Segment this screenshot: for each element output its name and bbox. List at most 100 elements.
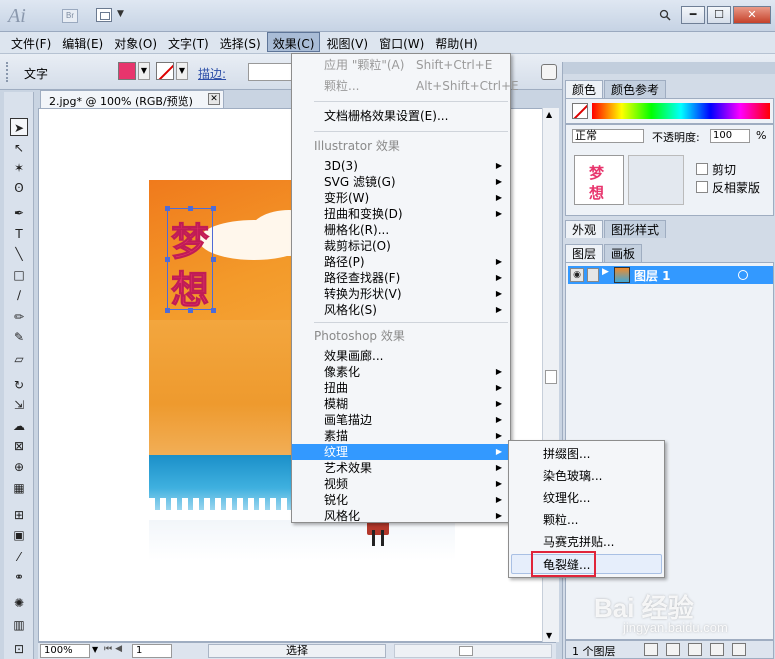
opacity-mask-thumbnail[interactable] — [628, 155, 684, 205]
menu-item-distort-transform[interactable]: 扭曲和变换(D) ▶ — [292, 206, 510, 222]
menu-item-svg-filters[interactable]: SVG 滤镜(G) ▶ — [292, 174, 510, 190]
menu-item-pixelate[interactable]: 像素化 ▶ — [292, 364, 510, 380]
gradient-tool-icon[interactable]: ▣ — [10, 526, 28, 544]
horizontal-scrollbar[interactable] — [394, 644, 552, 658]
scale-tool-icon[interactable]: ⇲ — [10, 396, 28, 414]
trash-icon[interactable] — [732, 643, 746, 656]
menu-item-artistic[interactable]: 艺术效果 ▶ — [292, 460, 510, 476]
lasso-tool-icon[interactable]: ʘ — [10, 179, 28, 197]
brush-icon[interactable] — [541, 64, 557, 80]
color-spectrum[interactable] — [592, 103, 770, 119]
arrange-documents-icon[interactable] — [96, 8, 112, 22]
panel-dock-header[interactable] — [563, 62, 775, 74]
submenu-item-texturizer[interactable]: 纹理化... — [509, 488, 664, 508]
eraser-tool-icon[interactable]: ▱ — [10, 350, 28, 368]
maximize-button[interactable]: ☐ — [707, 6, 731, 24]
scroll-up-icon[interactable]: ▲ — [546, 110, 552, 119]
submenu-item-mosaic-tiles[interactable]: 马赛克拼贴... — [509, 532, 664, 552]
selection-handle[interactable] — [211, 308, 216, 313]
submenu-item-patchwork[interactable]: 拼缀图... — [509, 444, 664, 464]
blob-brush-tool-icon[interactable]: ✎ — [10, 328, 28, 346]
direct-selection-tool-icon[interactable]: ↖ — [10, 139, 28, 157]
eyedropper-tool-icon[interactable]: ⁄ — [10, 548, 28, 566]
paintbrush-tool-icon[interactable]: ∕ — [10, 286, 28, 304]
scroll-down-icon[interactable]: ▼ — [546, 631, 552, 640]
menu-item-convert-to-shape[interactable]: 转换为形状(V) ▶ — [292, 286, 510, 302]
artboard-tool-icon[interactable]: ⊡ — [10, 640, 28, 658]
close-button[interactable]: ✕ — [733, 6, 771, 24]
perspective-grid-tool-icon[interactable]: ▦ — [10, 479, 28, 497]
bridge-button[interactable]: Br — [62, 9, 78, 23]
scroll-thumb[interactable] — [545, 370, 557, 384]
menu-item-warp[interactable]: 变形(W) ▶ — [292, 190, 510, 206]
stroke-dropdown-icon[interactable]: ▼ — [176, 62, 188, 80]
warp-tool-icon[interactable]: ☁ — [10, 417, 28, 435]
none-color-swatch[interactable] — [572, 103, 588, 119]
menu-item-effect-gallery[interactable]: 效果画廊... — [292, 348, 510, 364]
menu-help[interactable]: 帮助(H) — [430, 32, 482, 52]
tab-color-guide[interactable]: 颜色参考 — [604, 80, 667, 98]
fill-dropdown-icon[interactable]: ▼ — [138, 62, 150, 80]
tab-color[interactable]: 颜色 — [565, 80, 604, 98]
zoom-dropdown-icon[interactable]: ▼ — [92, 645, 98, 654]
tab-appearance[interactable]: 外观 — [565, 220, 604, 238]
expand-triangle-icon[interactable]: ▶ — [602, 267, 609, 277]
menu-window[interactable]: 窗口(W) — [374, 32, 429, 52]
document-tab[interactable]: 2.jpg* @ 100% (RGB/预览) ✕ — [40, 90, 224, 108]
eye-icon[interactable]: ◉ — [570, 268, 584, 282]
menu-object[interactable]: 对象(O) — [109, 32, 162, 52]
menu-item-raster-settings[interactable]: 文档栅格效果设置(E)... — [292, 108, 510, 124]
new-sublayer-icon[interactable] — [688, 643, 702, 656]
scroll-thumb[interactable] — [459, 646, 473, 656]
tab-layers[interactable]: 图层 — [565, 244, 604, 262]
rectangle-tool-icon[interactable]: □ — [10, 266, 28, 284]
target-icon[interactable] — [738, 270, 748, 280]
selection-tool-icon[interactable]: ➤ — [10, 118, 28, 136]
status-tool-display[interactable]: 选择 — [208, 644, 386, 658]
zoom-field[interactable]: 100% — [40, 644, 90, 658]
lock-toggle[interactable] — [587, 268, 599, 282]
tab-artboards[interactable]: 画板 — [604, 244, 643, 262]
search-icon[interactable] — [659, 9, 671, 21]
menu-item-distort[interactable]: 扭曲 ▶ — [292, 380, 510, 396]
minimize-button[interactable]: ━ — [681, 6, 705, 24]
selection-handle[interactable] — [165, 206, 170, 211]
fill-color-swatch[interactable] — [118, 62, 136, 80]
menu-item-brush-strokes[interactable]: 画笔描边 ▶ — [292, 412, 510, 428]
menu-select[interactable]: 选择(S) — [215, 32, 266, 52]
menu-item-rasterize[interactable]: 栅格化(R)... — [292, 222, 510, 238]
menu-item-stylize-ai[interactable]: 风格化(S) ▶ — [292, 302, 510, 318]
column-graph-tool-icon[interactable]: ▥ — [10, 616, 28, 634]
layer-name[interactable]: 图层 1 — [634, 267, 671, 284]
menu-file[interactable]: 文件(F) — [6, 32, 56, 52]
menu-item-crop-marks[interactable]: 裁剪标记(O) — [292, 238, 510, 254]
menu-edit[interactable]: 编辑(E) — [57, 32, 108, 52]
menu-effect[interactable]: 效果(C) — [266, 32, 321, 52]
type-tool-icon[interactable]: T — [10, 225, 28, 243]
magic-wand-tool-icon[interactable]: ✶ — [10, 159, 28, 177]
artboard-number-field[interactable]: 1 — [132, 644, 172, 658]
menu-item-pathfinder[interactable]: 路径查找器(F) ▶ — [292, 270, 510, 286]
selection-handle[interactable] — [165, 257, 170, 262]
submenu-item-grain[interactable]: 颗粒... — [509, 510, 664, 530]
invert-mask-checkbox[interactable] — [696, 181, 708, 193]
tab-graphic-styles[interactable]: 图形样式 — [604, 220, 667, 238]
opacity-field[interactable]: 100 — [710, 129, 750, 143]
stroke-none-swatch[interactable] — [156, 62, 174, 80]
menu-item-stylize-ps[interactable]: 风格化 ▶ — [292, 508, 510, 524]
line-tool-icon[interactable]: ╲ — [10, 245, 28, 263]
menu-item-3d[interactable]: 3D(3) ▶ — [292, 158, 510, 174]
pencil-tool-icon[interactable]: ✏ — [10, 308, 28, 326]
submenu-item-stained-glass[interactable]: 染色玻璃... — [509, 466, 664, 486]
selection-handle[interactable] — [165, 308, 170, 313]
selection-handle[interactable] — [211, 206, 216, 211]
symbol-sprayer-tool-icon[interactable]: ✺ — [10, 594, 28, 612]
stroke-weight-field[interactable] — [248, 63, 292, 81]
menu-item-texture[interactable]: 纹理 ▶ — [292, 444, 510, 460]
artboard-nav-icons[interactable]: ⏮◀ — [104, 644, 125, 654]
free-transform-tool-icon[interactable]: ⊠ — [10, 437, 28, 455]
menu-view[interactable]: 视图(V) — [321, 32, 373, 52]
locate-object-icon[interactable] — [644, 643, 658, 656]
blend-mode-select[interactable]: 正常 — [572, 129, 644, 143]
layer-row[interactable]: ◉ ▶ 图层 1 — [568, 266, 773, 284]
